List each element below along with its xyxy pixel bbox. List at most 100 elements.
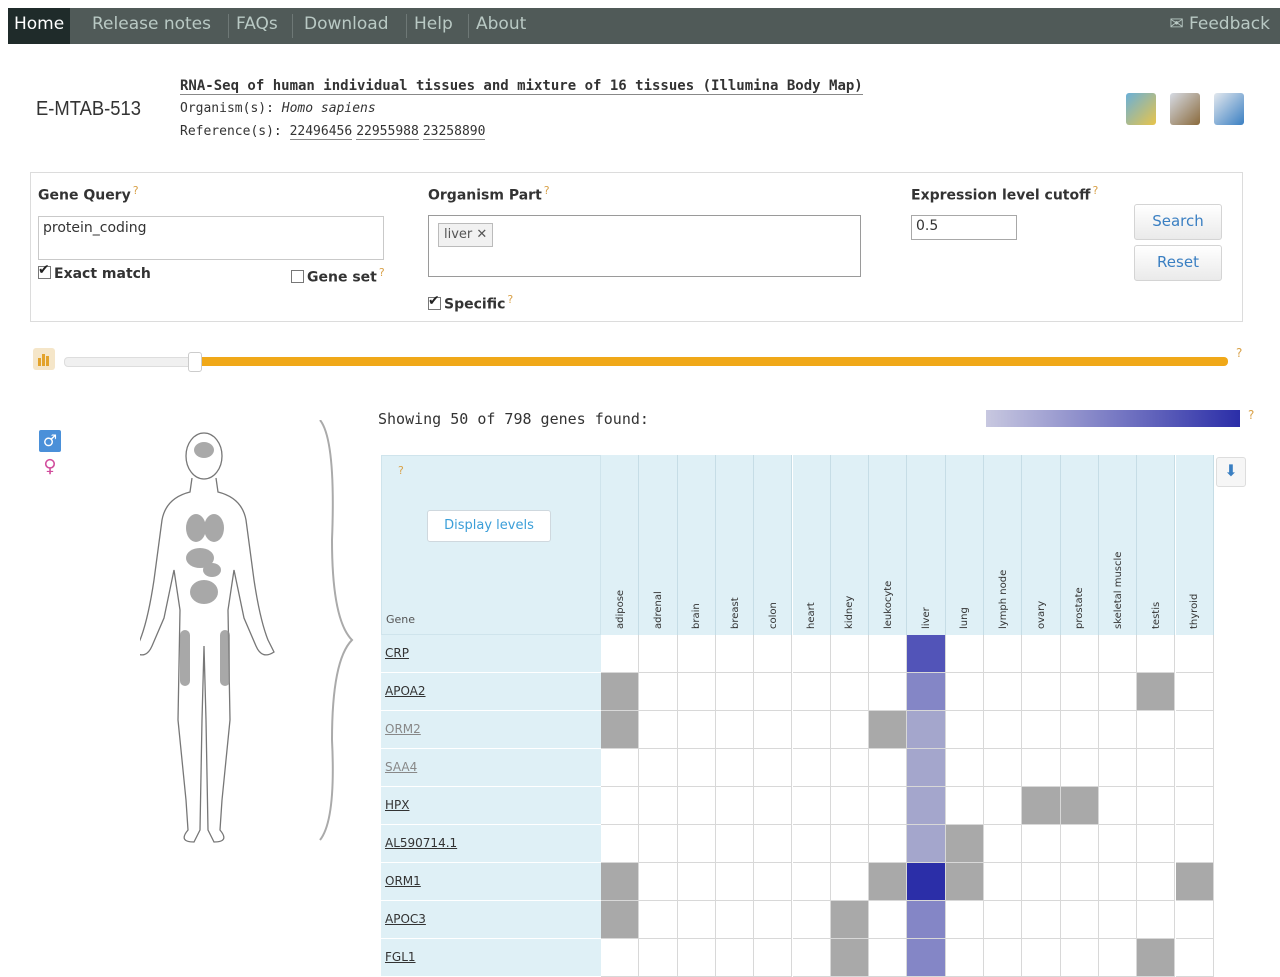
gene-name[interactable]: SAA4 <box>385 760 417 774</box>
heatmap-cell[interactable] <box>715 825 755 863</box>
gene-name[interactable]: CRP <box>385 646 409 660</box>
heatmap-cell[interactable] <box>1098 787 1138 825</box>
heatmap-cell[interactable] <box>1137 901 1176 939</box>
heatmap-cell[interactable] <box>715 635 755 673</box>
reset-button[interactable]: Reset <box>1134 245 1222 281</box>
heatmap-cell[interactable] <box>1137 863 1176 901</box>
heatmap-cell[interactable] <box>1060 711 1099 749</box>
heatmap-cell[interactable] <box>984 939 1023 977</box>
heatmap-cell[interactable] <box>792 863 831 901</box>
close-icon[interactable]: ✕ <box>476 227 487 242</box>
reference-link[interactable]: 22496456 <box>289 124 353 140</box>
heatmap-cell[interactable] <box>601 787 640 825</box>
heatmap-cell[interactable] <box>945 635 984 673</box>
heatmap-cell[interactable] <box>907 749 946 787</box>
heatmap-cell[interactable] <box>1175 635 1214 673</box>
heatmap-cell[interactable] <box>869 749 908 787</box>
heatmap-cell[interactable] <box>869 901 908 939</box>
gene-name[interactable]: ORM2 <box>385 722 421 736</box>
download-icon[interactable]: ⬇ <box>1216 457 1246 487</box>
nav-about[interactable]: About <box>470 8 532 44</box>
heatmap-cell[interactable] <box>907 787 946 825</box>
heatmap-cell[interactable] <box>792 673 831 711</box>
tissue-column-header[interactable]: leukocyte <box>869 455 908 635</box>
gene-row-label[interactable]: ORM1 <box>381 863 601 901</box>
tissue-column-header[interactable]: breast <box>715 455 755 635</box>
help-icon[interactable]: ? <box>507 293 513 306</box>
heatmap-cell[interactable] <box>715 787 755 825</box>
heatmap-cell[interactable] <box>601 673 640 711</box>
heatmap-cell[interactable] <box>984 711 1023 749</box>
heatmap-cell[interactable] <box>677 787 716 825</box>
heatmap-cell[interactable] <box>639 673 678 711</box>
heatmap-cell[interactable] <box>907 939 946 977</box>
heatmap-cell[interactable] <box>754 863 793 901</box>
heatmap-cell[interactable] <box>907 711 946 749</box>
heatmap-cell[interactable] <box>984 787 1023 825</box>
heatmap-cell[interactable] <box>945 825 984 863</box>
heatmap-cell[interactable] <box>1098 901 1138 939</box>
heatmap-cell[interactable] <box>677 901 716 939</box>
gene-name[interactable]: HPX <box>385 798 409 812</box>
heatmap-cell[interactable] <box>869 825 908 863</box>
gene-name[interactable]: APOC3 <box>385 912 426 926</box>
heatmap-cell[interactable] <box>830 711 870 749</box>
heatmap-cell[interactable] <box>1060 673 1099 711</box>
help-icon[interactable]: ? <box>133 184 139 197</box>
heatmap-cell[interactable] <box>715 749 755 787</box>
heatmap-cell[interactable] <box>754 825 793 863</box>
heatmap-cell[interactable] <box>754 901 793 939</box>
heatmap-cell[interactable] <box>754 787 793 825</box>
heatmap-cell[interactable] <box>1060 825 1099 863</box>
feedback-link[interactable]: ✉ Feedback <box>1169 8 1270 40</box>
heatmap-cell[interactable] <box>1022 863 1061 901</box>
heatmap-cell[interactable] <box>1022 673 1061 711</box>
heatmap-cell[interactable] <box>945 901 984 939</box>
heatmap-cell[interactable] <box>1098 939 1138 977</box>
heatmap-cell[interactable] <box>1022 711 1061 749</box>
heatmap-cell[interactable] <box>830 673 870 711</box>
heatmap-cell[interactable] <box>639 863 678 901</box>
heatmap-cell[interactable] <box>754 635 793 673</box>
heatmap-cell[interactable] <box>1175 901 1214 939</box>
tissue-column-header[interactable]: brain <box>677 455 716 635</box>
help-icon[interactable]: ? <box>1248 408 1254 422</box>
heatmap-cell[interactable] <box>984 635 1023 673</box>
heatmap-cell[interactable] <box>1137 711 1176 749</box>
heatmap-cell[interactable] <box>984 901 1023 939</box>
gene-row-label[interactable]: ORM2 <box>381 711 601 749</box>
gene-row-label[interactable]: HPX <box>381 787 601 825</box>
heatmap-cell[interactable] <box>754 673 793 711</box>
heatmap-cell[interactable] <box>1137 939 1176 977</box>
heatmap-cell[interactable] <box>869 863 908 901</box>
heatmap-cell[interactable] <box>792 635 831 673</box>
heatmap-cell[interactable] <box>907 825 946 863</box>
heatmap-cell[interactable] <box>1137 787 1176 825</box>
gene-row-label[interactable]: CRP <box>381 635 601 673</box>
heatmap-cell[interactable] <box>792 749 831 787</box>
tissue-column-header[interactable]: colon <box>754 455 793 635</box>
heatmap-cell[interactable] <box>1137 673 1176 711</box>
heatmap-cell[interactable] <box>1098 863 1138 901</box>
tissue-column-header[interactable]: lymph node <box>984 455 1023 635</box>
heatmap-cell[interactable] <box>945 863 984 901</box>
raw-data-download-icon[interactable] <box>1170 93 1200 125</box>
specific-checkbox[interactable]: Specific? <box>428 293 513 313</box>
heatmap-cell[interactable] <box>830 939 870 977</box>
heatmap-cell[interactable] <box>601 825 640 863</box>
heatmap-cell[interactable] <box>601 863 640 901</box>
reference-link[interactable]: 23258890 <box>422 124 486 140</box>
heatmap-cell[interactable] <box>1175 787 1214 825</box>
tissue-column-header[interactable]: heart <box>792 455 831 635</box>
tissue-column-header[interactable]: thyroid <box>1175 455 1214 635</box>
nav-help[interactable]: Help <box>408 8 459 44</box>
experiment-title[interactable]: RNA-Seq of human individual tissues and … <box>180 78 863 95</box>
heatmap-cell[interactable] <box>1137 825 1176 863</box>
gene-row-label[interactable]: AL590714.1 <box>381 825 601 863</box>
tissue-column-header[interactable]: adrenal <box>639 455 678 635</box>
cutoff-input[interactable]: 0.5 <box>911 215 1017 240</box>
heatmap-cell[interactable] <box>1175 711 1214 749</box>
heatmap-cell[interactable] <box>677 749 716 787</box>
heatmap-cell[interactable] <box>1022 635 1061 673</box>
heatmap-cell[interactable] <box>1022 787 1061 825</box>
